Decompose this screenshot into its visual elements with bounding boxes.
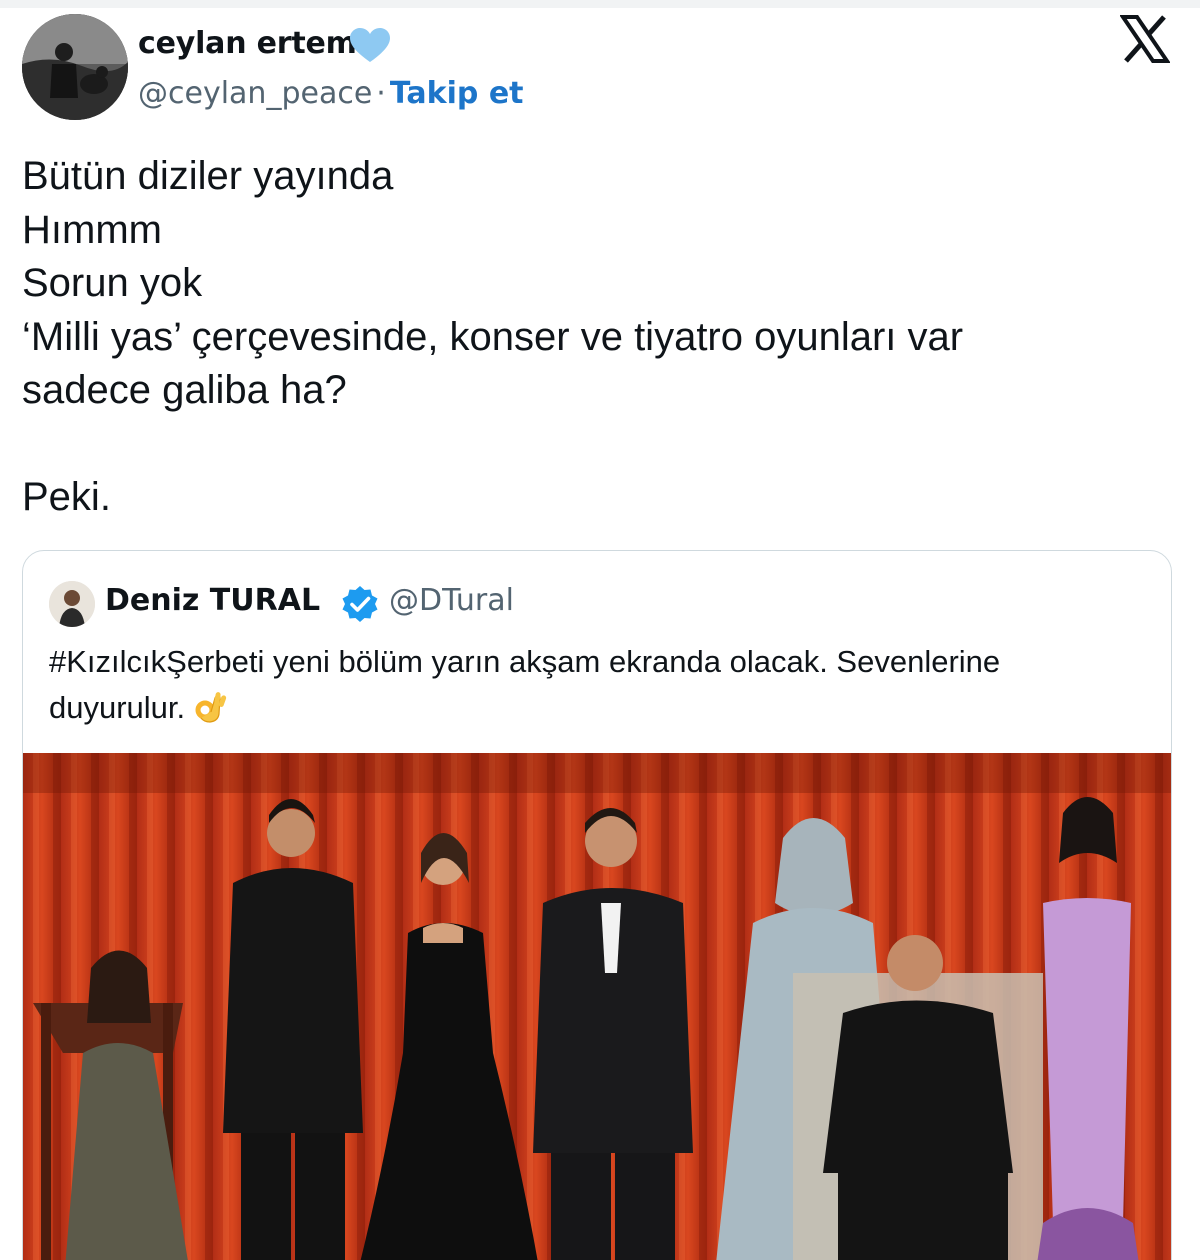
tweet-text: Bütün diziler yayında Hımmm Sorun yok ‘M…	[22, 150, 1172, 525]
tweet-header: ceylan ertem @ceylan_peace · Takip et	[22, 14, 1182, 124]
separator: ·	[376, 76, 386, 111]
quoted-tweet-card[interactable]: Deniz TURAL @DTural #KızılcıkŞerbeti yen…	[22, 550, 1172, 1260]
quoted-author-handle[interactable]: @DTural	[389, 583, 514, 618]
verified-badge-icon	[342, 586, 378, 622]
follow-button[interactable]: Takip et	[390, 76, 524, 111]
quoted-tweet-text: #KızılcıkŞerbeti yeni bölüm yarın akşam …	[49, 639, 1139, 731]
cast-photo[interactable]	[23, 753, 1171, 1260]
quoted-text-line: duyurulur.	[49, 690, 186, 725]
tweet-line: ‘Milli yas’ çerçevesinde, konser ve tiya…	[22, 314, 964, 359]
author-display-name[interactable]: ceylan ertem	[138, 26, 357, 61]
tweet-line: Sorun yok	[22, 261, 203, 305]
author-avatar[interactable]	[22, 14, 128, 120]
quoted-text-line: #KızılcıkŞerbeti yeni bölüm yarın akşam …	[49, 644, 1001, 679]
top-strip	[0, 0, 1200, 8]
heart-badge-icon	[350, 28, 390, 62]
tweet-line: Hımmm	[22, 207, 162, 252]
tweet-line: sadece galiba ha?	[22, 368, 347, 412]
tweet-line: Bütün diziler yayında	[22, 154, 394, 198]
quoted-tweet-header: Deniz TURAL @DTural	[49, 579, 949, 627]
x-logo-icon[interactable]	[1120, 14, 1170, 64]
quoted-text-line-2: duyurulur.	[49, 685, 1139, 731]
ok-hand-icon	[195, 692, 227, 723]
tweet-line: Peki.	[22, 475, 111, 519]
quoted-author-avatar[interactable]	[49, 581, 95, 627]
quoted-author-name[interactable]: Deniz TURAL	[105, 583, 320, 618]
author-handle[interactable]: @ceylan_peace	[138, 76, 372, 111]
author-handle-row: @ceylan_peace · Takip et	[138, 76, 524, 111]
